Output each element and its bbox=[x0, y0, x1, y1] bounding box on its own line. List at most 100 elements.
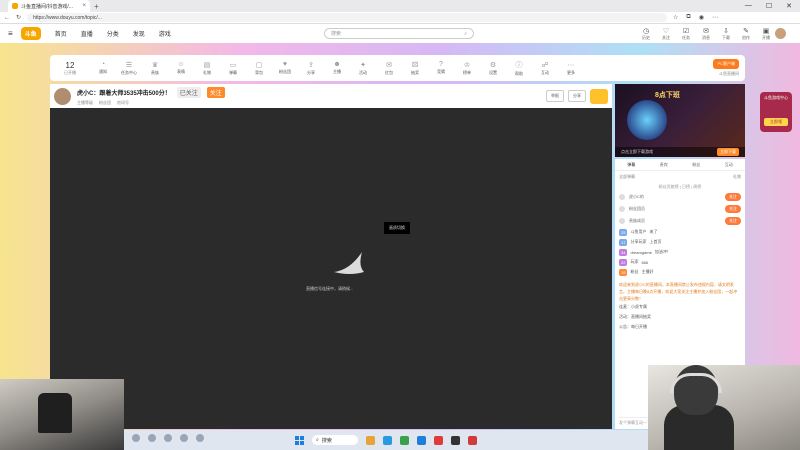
roombar-item[interactable]: ⚙ 设置 bbox=[480, 61, 506, 76]
header-message[interactable]: ✉ 消息 bbox=[702, 27, 710, 41]
followed-tag[interactable]: 已关注 bbox=[176, 86, 201, 98]
header-creator[interactable]: ✎ 创作 bbox=[742, 27, 750, 41]
menu-icon[interactable]: ≡ bbox=[8, 29, 13, 38]
side-floating-ad[interactable]: 斗鱼游戏中心 立即领 bbox=[760, 92, 792, 132]
search-icon[interactable]: ⌕ bbox=[464, 31, 467, 37]
follow-button[interactable]: 关注 bbox=[206, 86, 225, 98]
tray-app-icon[interactable] bbox=[148, 434, 156, 442]
roombar-item[interactable]: ☻ 主播 bbox=[324, 61, 350, 75]
promo-text: 点击立即下载游戏 bbox=[621, 149, 653, 154]
filter-gift[interactable]: 礼物 bbox=[733, 174, 741, 180]
chat-username[interactable]: 粉丝 bbox=[630, 269, 638, 275]
tab-fans[interactable]: 粉丝 bbox=[692, 162, 700, 168]
search-icon: ⌕ bbox=[316, 437, 319, 443]
nav-live[interactable]: 直播 bbox=[81, 29, 93, 38]
header-history[interactable]: ◷ 历史 bbox=[642, 27, 650, 41]
chrome-icon[interactable] bbox=[434, 435, 443, 445]
fan-club[interactable]: 粉丝团 bbox=[99, 100, 111, 106]
roombar-item[interactable]: ♛ 贵族 bbox=[142, 61, 168, 76]
url-field[interactable]: https://www.douyu.com/topic/... bbox=[27, 13, 668, 22]
anchor-avatar[interactable] bbox=[54, 87, 71, 105]
video-player[interactable]: 画质切换 直播信号连接中，请稍候... bbox=[50, 108, 612, 429]
anchor-level: 主播等级 bbox=[77, 99, 93, 105]
rank-follow-button[interactable]: 关注 bbox=[725, 217, 741, 225]
more-icon[interactable]: ⋯ bbox=[712, 14, 718, 21]
rank-follow-button[interactable]: 关注 bbox=[725, 205, 741, 213]
rank-item[interactable]: 贵族成员 关注 bbox=[615, 215, 745, 227]
roombar-item[interactable]: ⚄ 抽奖 bbox=[402, 61, 428, 76]
badge-icon[interactable] bbox=[590, 88, 608, 104]
browser-tab[interactable]: 斗鱼直播间/抖音游戏/... × bbox=[8, 0, 90, 12]
maximize-icon[interactable]: ☐ bbox=[766, 2, 772, 10]
tab-interact[interactable]: 互动 bbox=[725, 162, 733, 168]
roombar-item[interactable]: ▭ 弹幕 bbox=[220, 61, 246, 76]
app-icon[interactable] bbox=[468, 435, 477, 445]
share-button[interactable]: 分享 bbox=[568, 90, 586, 102]
header-follow[interactable]: ♡ 关注 bbox=[662, 27, 670, 41]
quality-switch[interactable]: 画质切换 bbox=[384, 222, 410, 234]
rank-item[interactable]: 虎小C的 关注 bbox=[615, 191, 745, 203]
fan-rank-tabs[interactable]: 粉丝贡献榜 | 日榜 | 周榜 bbox=[615, 182, 745, 191]
roombar-item[interactable]: ⋯ 更多 bbox=[558, 61, 584, 76]
promo-download-button[interactable]: 立即下载 bbox=[717, 148, 739, 156]
roombar-item[interactable]: ☰ 任务中心 bbox=[116, 61, 142, 76]
report-button[interactable]: 举报 bbox=[546, 90, 564, 102]
roombar-item[interactable]: ▢ 背包 bbox=[246, 61, 272, 76]
roombar-item[interactable]: ⓘ 帮助 bbox=[506, 60, 532, 77]
roombar-item[interactable]: ⇪ 分享 bbox=[298, 61, 324, 76]
close-window-icon[interactable]: ✕ bbox=[786, 2, 792, 10]
refresh-icon[interactable]: ↻ bbox=[16, 14, 21, 21]
filter-all[interactable]: 全部弹幕 bbox=[619, 174, 635, 180]
app-icon[interactable] bbox=[451, 435, 460, 445]
roombar-item[interactable]: ✉ 红包 bbox=[376, 61, 402, 76]
roombar-item[interactable]: ◔ 通知 bbox=[90, 61, 116, 75]
site-logo[interactable]: 斗鱼 bbox=[20, 27, 41, 40]
header-task[interactable]: ☑ 任务 bbox=[682, 27, 690, 41]
star-icon[interactable]: ☆ bbox=[673, 14, 678, 21]
app-icon[interactable] bbox=[417, 435, 426, 445]
pc-client-button[interactable]: PC客户端 bbox=[713, 59, 739, 69]
room-level[interactable]: 12 已开播 bbox=[56, 61, 84, 76]
roombar-item[interactable]: ♔ 榜单 bbox=[454, 61, 480, 76]
tray-app-icon[interactable] bbox=[196, 434, 204, 442]
chat-username[interactable]: dreamgame bbox=[630, 250, 651, 255]
edge-icon[interactable] bbox=[383, 435, 392, 445]
chat-username[interactable]: 斗鱼用户 bbox=[630, 229, 646, 235]
rank-follow-button[interactable]: 关注 bbox=[725, 193, 741, 201]
rank-item[interactable]: 粉丝团员 关注 bbox=[615, 203, 745, 215]
nav-game[interactable]: 游戏 bbox=[159, 29, 171, 38]
roombar-item[interactable]: ☺ 表情 bbox=[168, 61, 194, 75]
taskbar-search[interactable]: ⌕ 搜索 bbox=[312, 435, 358, 445]
close-tab-icon[interactable]: × bbox=[82, 3, 86, 9]
side-ad-button[interactable]: 立即领 bbox=[764, 118, 788, 126]
header-download[interactable]: ⇩ 下载 bbox=[722, 27, 730, 41]
search-input[interactable]: 搜索 ⌕ bbox=[324, 28, 474, 39]
roombar-item[interactable]: ✦ 活动 bbox=[350, 61, 376, 76]
tray-app-icon[interactable] bbox=[132, 434, 140, 442]
chat-username[interactable]: 分享玩家 bbox=[630, 239, 646, 245]
windows-start-icon[interactable] bbox=[295, 435, 304, 445]
back-icon[interactable]: ← bbox=[4, 15, 10, 21]
roombar-item[interactable]: ☍ 互动 bbox=[532, 61, 558, 76]
tray-app-icon[interactable] bbox=[164, 434, 172, 442]
tab-vip[interactable]: 贵宾 bbox=[660, 162, 668, 168]
nav-category[interactable]: 分类 bbox=[107, 29, 119, 38]
tray-app-icon[interactable] bbox=[180, 434, 188, 442]
chat-username[interactable]: 玩家 bbox=[630, 259, 638, 265]
extensions-icon[interactable]: ⧉ bbox=[686, 14, 690, 21]
user-avatar[interactable] bbox=[775, 28, 786, 39]
profile-icon[interactable]: ◉ bbox=[699, 14, 704, 21]
file-explorer-icon[interactable] bbox=[366, 435, 375, 445]
roombar-note: 斗鱼直播间 bbox=[719, 71, 739, 76]
tab-danmu[interactable]: 弹幕 bbox=[627, 162, 635, 168]
roombar-item[interactable]: ? 竞猜 bbox=[428, 61, 454, 75]
minimize-icon[interactable]: — bbox=[745, 2, 752, 10]
new-tab-icon[interactable]: + bbox=[94, 2, 99, 11]
roombar-item[interactable]: ▤ 礼物 bbox=[194, 61, 220, 76]
roombar-item[interactable]: ♥ 粉丝团 bbox=[272, 61, 298, 75]
nav-home[interactable]: 首页 bbox=[55, 29, 67, 38]
header-live[interactable]: ▣ 开播 bbox=[762, 27, 770, 41]
promo-banner[interactable]: 8点下班 点击立即下载游戏 立即下载 bbox=[615, 84, 745, 157]
store-icon[interactable] bbox=[400, 435, 409, 445]
nav-discover[interactable]: 发现 bbox=[133, 29, 145, 38]
